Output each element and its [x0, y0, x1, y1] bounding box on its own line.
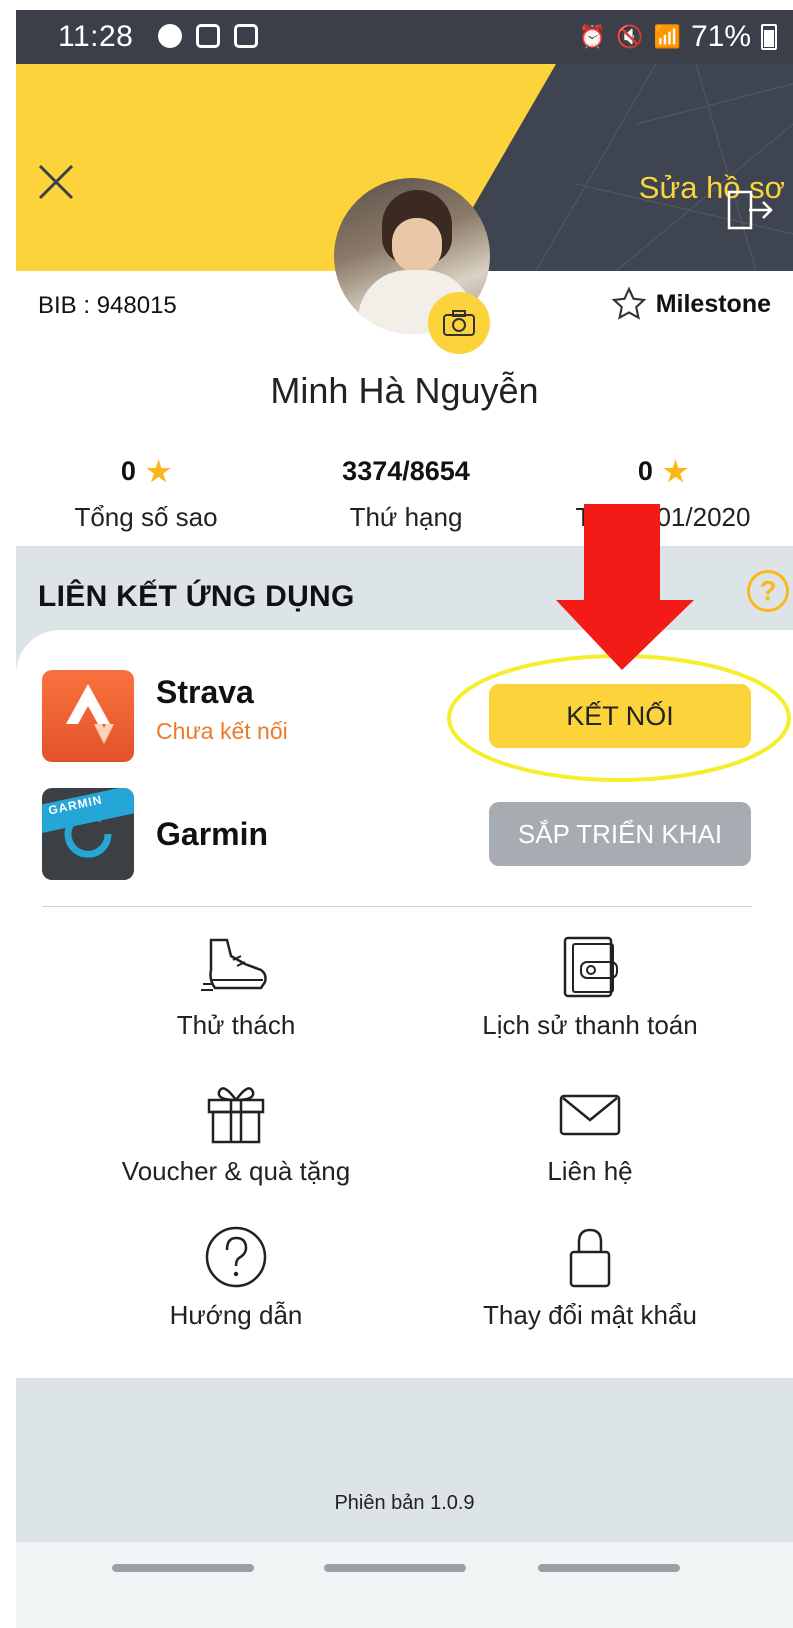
app-name: Strava [156, 674, 254, 710]
menu-item-voucher[interactable]: Voucher & quà tặng [46, 1080, 426, 1187]
close-icon[interactable] [38, 164, 74, 200]
status-bar: 11:28 ⏰ 🔇 📶 71% [16, 10, 793, 64]
stat-value: 3374/8654 [342, 455, 470, 486]
mute-icon: 🔇 [616, 24, 644, 49]
help-circle-icon [205, 1226, 267, 1288]
gmail-icon [196, 24, 220, 48]
notification-icons [158, 24, 258, 48]
milestone-button[interactable]: Milestone [610, 286, 771, 322]
alarm-icon: ⏰ [578, 24, 607, 49]
star-icon: ★ [662, 455, 689, 487]
stat-label: Thứ hạng [349, 502, 463, 532]
menu-item-payment-history[interactable]: Lịch sử thanh toán [400, 934, 780, 1041]
star-icon: ★ [145, 455, 172, 487]
status-time: 11:28 [58, 20, 134, 53]
battery-percent: 71% [690, 20, 751, 53]
menu-item-contact[interactable]: Liên hệ [400, 1080, 780, 1187]
help-icon[interactable]: ? [747, 570, 789, 612]
strava-logo-icon [42, 670, 134, 762]
app-screen: 11:28 ⏰ 🔇 📶 71% Sửa hồ sơ BIB: 948015 M… [16, 10, 793, 1628]
shoe-icon [201, 938, 267, 991]
stat-total-stars: 0 ★ Tổng số sao [16, 454, 276, 533]
wallet-icon [563, 936, 618, 998]
menu-label: Thử thách [176, 1010, 296, 1040]
lock-icon [569, 1228, 611, 1288]
stat-rank: 3374/8654 Thứ hạng [276, 454, 536, 533]
stat-label: Tổng số sao [74, 502, 218, 532]
camera-icon [443, 310, 475, 336]
coming-soon-button[interactable]: SẮP TRIỂN KHAI [489, 802, 751, 866]
logout-icon[interactable] [727, 190, 773, 230]
change-photo-button[interactable] [428, 292, 490, 354]
system-icons: ⏰ 🔇 📶 71% [579, 20, 777, 54]
menu-label: Thay đổi mật khẩu [483, 1300, 697, 1330]
star-outline-icon [611, 286, 647, 320]
navigation-bar [16, 1542, 793, 1628]
menu-item-guide[interactable]: Hướng dẫn [46, 1224, 426, 1331]
menu-label: Voucher & quà tặng [121, 1156, 351, 1186]
wifi-icon: 📶 [653, 24, 681, 49]
divider [42, 906, 752, 907]
app-row-garmin: GARMIN Garmin SẮP TRIỂN KHAI [16, 788, 793, 888]
mail-icon [559, 1094, 621, 1136]
nav-recent-button[interactable] [112, 1564, 254, 1572]
red-arrow-icon [556, 504, 694, 670]
menu-item-challenge[interactable]: Thử thách [46, 934, 426, 1041]
avatar-face [392, 218, 442, 272]
stat-value: 0 [120, 455, 136, 486]
garmin-logo-icon: GARMIN [42, 788, 134, 880]
milestone-label: Milestone [655, 289, 771, 318]
user-name: Minh Hà Nguyễn [270, 370, 539, 411]
messenger-icon [158, 24, 182, 48]
stat-value: 0 [637, 455, 653, 486]
section-title: LIÊN KẾT ỨNG DỤNG [38, 580, 355, 613]
nav-back-button[interactable] [538, 1564, 680, 1572]
menu-label: Liên hệ [547, 1156, 633, 1186]
app-status: Chưa kết nối [156, 718, 288, 744]
app-name: Garmin [156, 816, 269, 852]
screen-edge [0, 0, 16, 1628]
app-version: Phiên bản 1.0.9 [334, 1492, 475, 1514]
battery-icon [761, 24, 777, 50]
gift-icon [207, 1087, 265, 1144]
bib-number: BIB : 948015 [38, 292, 177, 319]
nav-home-button[interactable] [324, 1564, 466, 1572]
menu-item-change-password[interactable]: Thay đổi mật khẩu [400, 1224, 780, 1331]
screen-icon [234, 24, 258, 48]
menu-label: Hướng dẫn [169, 1300, 303, 1330]
menu-label: Lịch sử thanh toán [482, 1010, 698, 1040]
